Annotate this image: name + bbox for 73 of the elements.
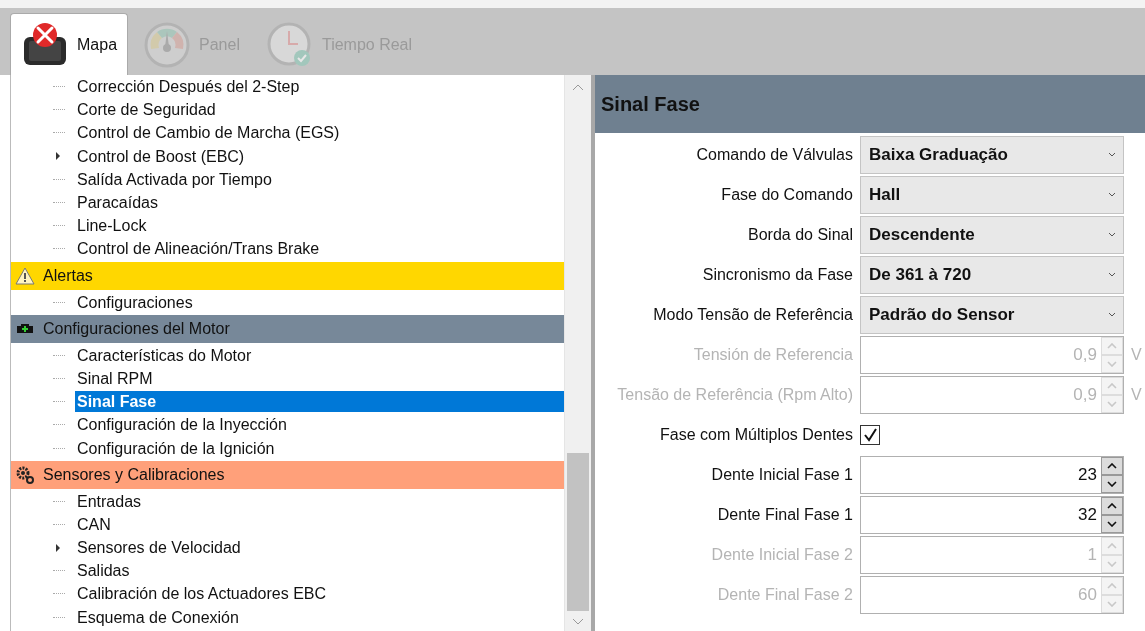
- field-label: Borda do Sinal: [747, 226, 853, 244]
- tree-item[interactable]: Sinal Fase: [75, 391, 564, 413]
- tree-item[interactable]: Entradas: [75, 490, 144, 512]
- chevron-down-icon: [1107, 151, 1117, 159]
- tree-item[interactable]: Configuración de la Ignición: [75, 437, 277, 459]
- tree-item[interactable]: Sensores de Velocidad: [75, 537, 243, 559]
- field-label: Fase do Comando: [720, 186, 853, 204]
- chevron-down-icon: [1107, 311, 1117, 319]
- field-label: Tensão de Referência (Rpm Alto): [616, 386, 853, 404]
- caret-down-icon: [1107, 401, 1117, 407]
- dropdown[interactable]: De 361 à 720: [860, 256, 1124, 294]
- dropdown[interactable]: Baixa Graduação: [860, 136, 1124, 174]
- spin-up-button[interactable]: [1101, 457, 1123, 475]
- warning-icon: [15, 265, 35, 286]
- gears-icon: [15, 464, 35, 485]
- panel-title: Sinal Fase: [595, 75, 1145, 133]
- caret-down-icon: [1107, 601, 1117, 607]
- tree-item[interactable]: Sinal RPM: [75, 367, 155, 389]
- expand-arrow-icon[interactable]: [53, 542, 63, 553]
- tree-item[interactable]: Configuración de la Inyección: [75, 414, 289, 436]
- caret-up-icon: [1107, 583, 1117, 589]
- caret-down-icon: [1107, 521, 1117, 527]
- caret-up-icon: [1107, 463, 1117, 469]
- caret-up-icon: [1107, 503, 1117, 509]
- tree-item[interactable]: Corte de Seguridad: [75, 99, 218, 121]
- field-label: Comando de Válvulas: [695, 146, 853, 164]
- unit-label: V: [1131, 386, 1143, 404]
- tree-item[interactable]: CAN: [75, 513, 113, 535]
- tree-item[interactable]: Corrección Después del 2-Step: [75, 76, 302, 98]
- caret-up-icon: [1107, 343, 1117, 349]
- number-field[interactable]: 23: [860, 456, 1124, 494]
- tree-item[interactable]: Calibración de los Actuadores EBC: [75, 583, 329, 605]
- spin-up-button[interactable]: [1101, 497, 1123, 515]
- field-label: Dente Inicial Fase 1: [710, 466, 853, 484]
- dropdown[interactable]: Descendente: [860, 216, 1124, 254]
- tab[interactable]: Mapa: [10, 13, 129, 75]
- unit-label: V: [1131, 346, 1143, 364]
- chevron-down-icon: [1107, 191, 1117, 199]
- tree-category[interactable]: Alertas: [11, 261, 564, 290]
- field-label: Dente Inicial Fase 2: [710, 546, 853, 564]
- field-label: Dente Final Fase 1: [716, 506, 853, 524]
- chevron-down-icon: [1107, 231, 1117, 239]
- field-label: Tensión de Referencia: [692, 346, 853, 364]
- tree-item[interactable]: Control de Alineación/Trans Brake: [75, 238, 322, 260]
- tree-item[interactable]: Configuraciones: [75, 291, 195, 313]
- tree-item[interactable]: Esquema de Conexión: [75, 606, 241, 628]
- number-field[interactable]: 32: [860, 496, 1124, 534]
- tree-item[interactable]: Control de Boost (EBC): [75, 145, 247, 167]
- caret-down-icon: [1107, 561, 1117, 567]
- tree-item[interactable]: Control de Cambio de Marcha (EGS): [75, 122, 342, 144]
- gauge-icon: [143, 20, 192, 69]
- tree-item[interactable]: Salidas: [75, 560, 132, 582]
- dropdown[interactable]: Padrão do Sensor: [860, 296, 1124, 334]
- tree-item[interactable]: Paracaídas: [75, 192, 160, 214]
- expand-arrow-icon[interactable]: [53, 151, 63, 162]
- field-label: Sincronismo da Fase: [701, 266, 853, 284]
- dropdown[interactable]: Hall: [860, 176, 1124, 214]
- tree-item[interactable]: Salída Activada por Tiempo: [75, 168, 274, 190]
- field-label: Fase com Múltiplos Dentes: [659, 426, 853, 444]
- caret-down-icon: [1107, 481, 1117, 487]
- caret-up-icon: [1107, 543, 1117, 549]
- spin-down-button[interactable]: [1101, 475, 1123, 493]
- caret-down-icon: [1107, 361, 1117, 367]
- tree-category[interactable]: Sensores y Calibraciones: [11, 460, 564, 489]
- caret-up-icon: [1107, 383, 1117, 389]
- field-label: Dente Final Fase 2: [716, 586, 853, 604]
- tree-item[interactable]: Line-Lock: [75, 215, 149, 237]
- field-label: Modo Tensão de Referência: [652, 306, 853, 324]
- chevron-down-icon: [1107, 271, 1117, 279]
- checkbox[interactable]: [860, 425, 880, 445]
- tree-category[interactable]: Configuraciones del Motor: [11, 314, 564, 343]
- spin-down-button[interactable]: [1101, 515, 1123, 533]
- tree-item[interactable]: Características do Motor: [75, 344, 254, 366]
